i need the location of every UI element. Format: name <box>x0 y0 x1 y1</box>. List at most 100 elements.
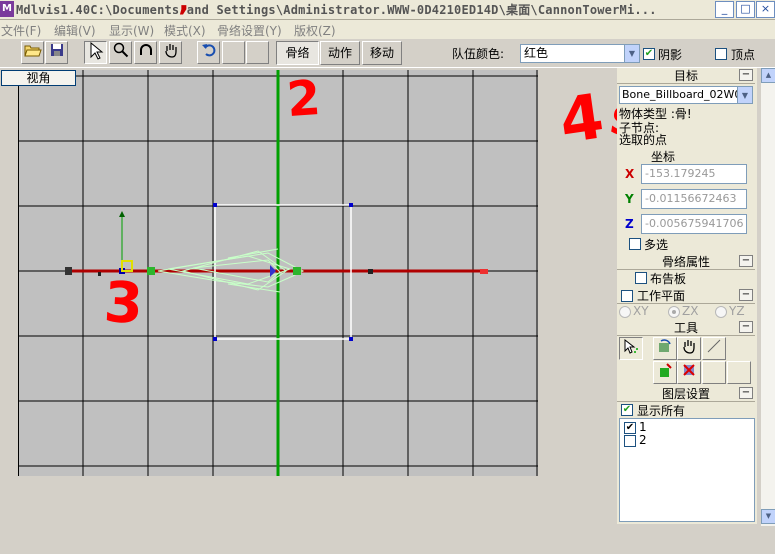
chevron-down-icon: ▼ <box>624 45 639 62</box>
properties-panel: 目标 − Bone_Billboard_02W01 ▼ 物体类型 :骨! 子节点… <box>617 68 757 524</box>
x-coord-input[interactable]: -153.179245 <box>641 164 747 184</box>
vertex-label: 顶点 <box>731 48 756 62</box>
menu-view[interactable]: 显示(W) <box>109 22 154 39</box>
multi-select-checkbox[interactable] <box>629 238 641 250</box>
scroll-down-icon[interactable]: ▼ <box>761 509 775 524</box>
plane-yz-label: YZ <box>729 304 745 318</box>
layer-1-checkbox[interactable]: ✔ <box>624 422 636 434</box>
add-bone-icon <box>660 363 672 377</box>
selected-points-text: 选取的点 <box>619 133 668 147</box>
app-icon: M <box>0 1 14 17</box>
work-plane-header: 工作平面 − <box>617 288 755 304</box>
undo-button[interactable] <box>197 41 220 64</box>
menu-bone-settings[interactable]: 骨络设置(Y) <box>217 22 282 39</box>
panel-scrollbar[interactable]: ▲ ▼ <box>760 68 775 526</box>
select-tool-button[interactable] <box>84 41 107 64</box>
bone-props-header: 骨络属性 − <box>617 254 755 270</box>
layer-2-checkbox[interactable] <box>624 435 636 447</box>
tab-animation[interactable]: 动作 <box>320 41 360 65</box>
viewport-canvas[interactable] <box>18 70 538 476</box>
hand-icon <box>164 44 177 58</box>
arrow-cursor-icon <box>90 41 103 60</box>
save-button[interactable] <box>45 41 68 64</box>
add-bone-tool[interactable] <box>653 361 677 384</box>
scroll-up-icon[interactable]: ▲ <box>761 68 775 83</box>
menu-file[interactable]: 文件(F) <box>1 22 41 39</box>
menu-edit[interactable]: 编辑(V) <box>54 22 96 39</box>
collapse-icon[interactable]: − <box>739 387 753 399</box>
plane-zx-radio[interactable] <box>668 306 680 318</box>
layer-list: ✔ 1 2 <box>619 418 755 522</box>
title-bar: M Mdlvis1.40C:\Documents and Settings\Ad… <box>0 0 775 20</box>
collapse-icon[interactable]: − <box>739 255 753 267</box>
show-all-checkbox[interactable]: ✔ <box>621 404 633 416</box>
close-button[interactable]: × <box>756 1 775 18</box>
tab-bones[interactable]: 骨络 <box>276 41 319 65</box>
menu-bar: 文件(F) 编辑(V) 显示(W) 模式(X) 骨络设置(Y) 版权(Z) <box>0 20 775 39</box>
magnifier-icon <box>113 42 128 58</box>
plane-yz-radio[interactable] <box>715 306 727 318</box>
save-icon <box>50 44 63 56</box>
line-tool[interactable] <box>702 337 726 360</box>
rotate-bone-tool[interactable] <box>653 337 677 360</box>
coords-header: 坐标 <box>651 150 676 164</box>
minimize-button[interactable]: _ <box>715 1 734 18</box>
target-header: 目标 − <box>617 68 755 84</box>
annotation-tick: ʼ <box>178 0 190 35</box>
zoom-tool-button[interactable] <box>109 41 132 64</box>
layers-header: 图层设置 − <box>617 386 755 402</box>
tools-header: 工具 − <box>617 320 755 336</box>
undo-icon <box>201 44 215 57</box>
bone-select-value: Bone_Billboard_02W01 <box>622 88 749 101</box>
rotate-icon <box>139 44 152 55</box>
plane-zx-label: ZX <box>682 304 699 318</box>
select-points-tool[interactable] <box>619 337 643 360</box>
open-button[interactable] <box>21 41 44 64</box>
tool-button-blank-1[interactable] <box>702 361 726 384</box>
line-icon <box>707 339 721 353</box>
z-coord-label: Z <box>625 217 634 231</box>
view-angle-button[interactable]: 视角 <box>1 70 76 86</box>
layer-2-label: 2 <box>639 433 647 447</box>
chevron-down-icon: ▼ <box>737 87 752 103</box>
team-color-label: 队伍颜色: <box>452 47 505 61</box>
billboard-checkbox[interactable] <box>635 272 647 284</box>
annotation-2: 2 <box>285 69 323 129</box>
shadow-checkbox[interactable]: ✔ <box>643 48 655 60</box>
layer-1-label: 1 <box>639 420 647 434</box>
collapse-icon[interactable]: − <box>739 69 753 81</box>
show-all-label: 显示所有 <box>637 404 686 418</box>
plane-xy-radio[interactable] <box>619 306 631 318</box>
y-coord-input[interactable]: -0.01156672463 <box>641 189 747 209</box>
vertex-checkbox[interactable] <box>715 48 727 60</box>
billboard-label: 布告板 <box>650 272 687 286</box>
hand-icon <box>683 340 695 354</box>
rotate-bone-icon <box>659 339 671 352</box>
tool-button-blank-2[interactable] <box>727 361 751 384</box>
team-color-select[interactable]: 红色 ▼ <box>520 44 640 63</box>
shadow-label: 阴影 <box>658 48 683 62</box>
annotation-4: 4 <box>555 79 609 158</box>
delete-bone-icon <box>683 364 695 376</box>
window-title: Mdlvis1.40C:\Documents and Settings\Admi… <box>16 3 657 17</box>
menu-copyright[interactable]: 版权(Z) <box>294 22 336 39</box>
annotation-3: 3 <box>102 270 145 337</box>
folder-open-icon <box>23 45 42 57</box>
tab-move[interactable]: 移动 <box>362 41 402 65</box>
multi-select-label: 多选 <box>644 238 669 252</box>
hand-tool[interactable] <box>677 337 701 360</box>
x-coord-label: X <box>625 167 635 181</box>
z-coord-input[interactable]: -0.005675941706 <box>641 214 747 234</box>
collapse-icon[interactable]: − <box>739 321 753 333</box>
pan-tool-button[interactable] <box>159 41 182 64</box>
bone-select[interactable]: Bone_Billboard_02W01 ▼ <box>619 86 753 104</box>
maximize-button[interactable]: □ <box>736 1 755 18</box>
work-plane-checkbox[interactable] <box>621 290 633 302</box>
y-coord-label: Y <box>625 192 634 206</box>
rotate-tool-button[interactable] <box>134 41 157 64</box>
toolbar-button-blank-1[interactable] <box>222 41 245 64</box>
select-points-icon <box>624 338 638 354</box>
toolbar-button-blank-2[interactable] <box>246 41 269 64</box>
delete-bone-tool[interactable] <box>677 361 701 384</box>
collapse-icon[interactable]: − <box>739 289 753 301</box>
